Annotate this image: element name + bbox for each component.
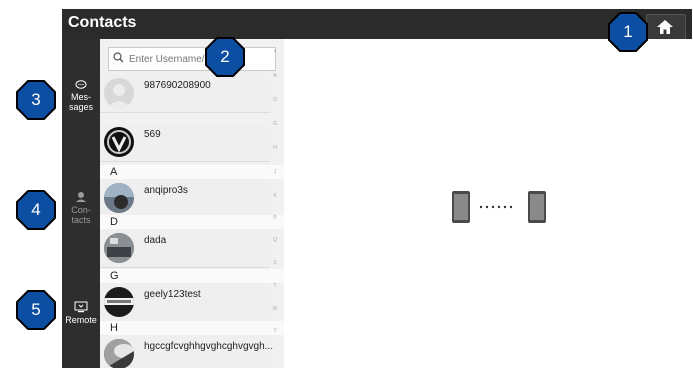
sidebar-item-messages[interactable]: Mes- sages: [62, 80, 100, 112]
contact-list[interactable]: 987690208900 569 A anqipro3s D dada G: [100, 39, 285, 368]
index-letter[interactable]: Q: [268, 237, 282, 243]
window-title: Contacts: [68, 14, 137, 31]
section-header: G: [100, 269, 284, 283]
contacts-window: Contacts Mes- sages Con- tacts Remote En…: [62, 9, 692, 368]
annotation-badge: 4: [16, 190, 56, 230]
section-header: H: [100, 321, 284, 335]
contact-name: dada: [144, 235, 167, 246]
index-letter[interactable]: D: [268, 97, 282, 103]
search-icon: [113, 52, 124, 63]
list-item[interactable]: hgccgfcvghhgvghcghvgvgh...: [100, 335, 273, 368]
annotation-number: 5: [31, 300, 41, 319]
sidebar-item-label: Mes-: [71, 92, 91, 102]
sidebar-item-label: Con-: [71, 205, 91, 215]
index-letter[interactable]: S: [268, 260, 282, 266]
sidebar-item-label: Remote: [65, 315, 97, 325]
annotation-number: 2: [220, 47, 230, 66]
annotation-number: 1: [623, 22, 633, 41]
list-item[interactable]: dada: [100, 229, 270, 268]
index-letter[interactable]: A: [268, 73, 282, 79]
sidebar-item-label: tacts: [71, 215, 91, 225]
index-letter[interactable]: T: [268, 283, 282, 289]
index-letter[interactable]: W: [268, 306, 282, 312]
chat-bubble-icon: [75, 80, 87, 89]
list-item[interactable]: 569: [100, 123, 270, 162]
annotation-number: 4: [31, 200, 41, 219]
home-button[interactable]: [646, 14, 686, 40]
sidebar-item-label: sages: [68, 102, 94, 112]
index-letter[interactable]: Y: [268, 328, 282, 334]
contact-name: hgccgfcvghhgvghcghvgvgh...: [144, 341, 273, 352]
contact-name: anqipro3s: [144, 185, 188, 196]
contact-name: geely123test: [144, 289, 201, 300]
sidebar-item-remote[interactable]: Remote: [62, 301, 100, 325]
sidebar: Mes- sages Con- tacts Remote: [62, 39, 100, 368]
list-item[interactable]: 987690208900: [100, 74, 270, 113]
alphabet-index[interactable]: # A D G H J K P Q S T W Y: [268, 39, 282, 368]
contact-name: 569: [144, 129, 161, 140]
avatar: [104, 78, 134, 108]
contact-name: 987690208900: [144, 80, 211, 91]
avatar: [104, 127, 134, 157]
annotation-badge: 5: [16, 290, 56, 330]
index-letter[interactable]: G: [268, 121, 282, 127]
sidebar-item-contacts[interactable]: Con- tacts: [62, 191, 100, 225]
contacts-icon: [76, 192, 86, 202]
annotation-badge: 1: [608, 12, 648, 52]
index-letter[interactable]: H: [268, 145, 282, 151]
index-letter[interactable]: K: [268, 193, 282, 199]
avatar: [104, 183, 134, 213]
remote-screen-icon: [74, 301, 88, 313]
list-item[interactable]: anqipro3s: [100, 179, 270, 218]
title-bar: Contacts: [62, 9, 692, 40]
avatar: [104, 339, 134, 368]
search-input[interactable]: [127, 50, 271, 68]
section-header: D: [100, 215, 284, 229]
index-letter[interactable]: #: [268, 49, 282, 55]
search-box[interactable]: [108, 47, 276, 71]
annotation-number: 3: [31, 90, 41, 109]
list-item[interactable]: geely123test: [100, 283, 270, 322]
avatar: [104, 287, 134, 317]
annotation-badge: 2: [205, 37, 245, 77]
section-header: A: [100, 165, 284, 179]
index-letter[interactable]: J: [268, 169, 282, 175]
detail-panel: [284, 39, 692, 368]
annotation-badge: 3: [16, 80, 56, 120]
avatar: [104, 233, 134, 263]
home-icon: [657, 20, 673, 34]
index-letter[interactable]: P: [268, 215, 282, 221]
device-connection-illustration: [452, 191, 546, 223]
